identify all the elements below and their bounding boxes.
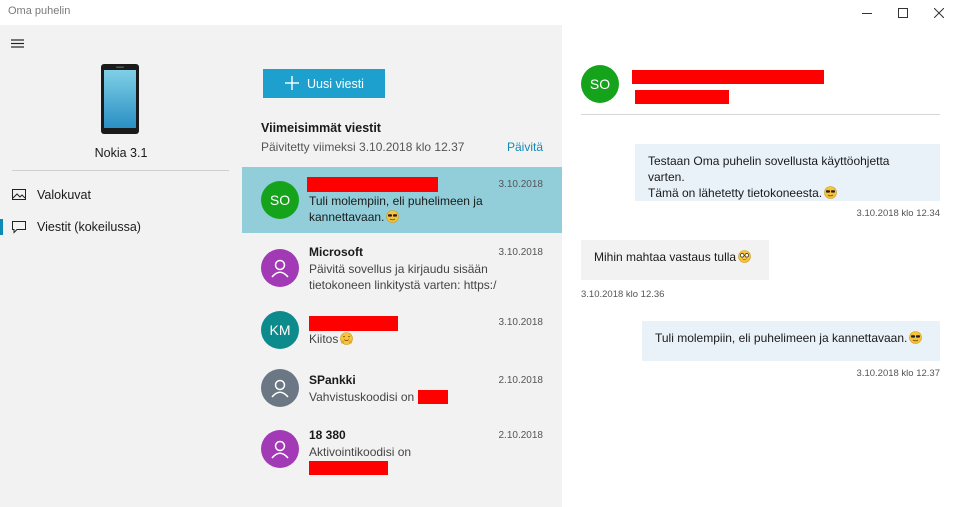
message-timestamp: 3.10.2018 klo 12.34 [856,208,940,219]
new-message-button[interactable]: Uusi viesti [263,69,385,98]
conversation-date: 2.10.2018 [498,430,544,441]
preview-line-text: Vahvistuskoodisi on [309,390,415,404]
sidebar-item-photos[interactable]: Valokuvat [0,180,242,210]
sidebar-item-label: Viestit (kokeilussa) [37,220,141,234]
phone-image [101,64,139,134]
redacted-code [417,390,448,404]
preview-line-text: Kiitos [309,332,339,346]
avatar [261,369,299,407]
app-title: Oma puhelin [8,5,71,17]
preview-line [309,460,519,476]
message-line-text: Tämä on lähetetty tietokoneesta. [648,186,823,200]
photos-icon [12,189,26,201]
conversation-item[interactable]: SO 3.10.2018 Tuli molempiin, eli puhelim… [242,167,562,233]
message-bubble-sent: Testaan Oma puhelin sovellusta käyttöohj… [635,144,940,201]
sunglasses-emoji-icon [386,210,400,223]
sidebar-item-label: Valokuvat [37,188,91,202]
preview-line: Aktivointikoodisi on [309,445,412,459]
preview-line-text: kannettavaan. [309,210,385,224]
sidebar-item-messages[interactable]: Viestit (kokeilussa) [0,212,242,242]
preview-line: Vahvistuskoodisi on [309,389,529,405]
hugging-emoji-icon [340,332,354,345]
preview-line: kannettavaan. [309,209,519,225]
redacted-contact-name [632,70,824,84]
avatar [261,249,299,287]
header-divider [581,114,940,115]
conversation-item[interactable]: SPankki 2.10.2018 Vahvistuskoodisi on [242,359,562,425]
conversation-preview: Päivitä sovellus ja kirjaudu sisään tiet… [309,261,519,293]
minimize-button[interactable] [849,0,885,25]
section-title: Viimeisimmät viestit [261,121,381,135]
avatar: KM [261,311,299,349]
conversation-date: 3.10.2018 [498,317,544,328]
title-bar: Oma puhelin [0,0,959,25]
avatar [261,430,299,468]
conversation-name: Microsoft [309,245,363,259]
message-line-text: Mihin mahtaa vastaus tulla [594,250,737,264]
message-line-text: Tuli molempiin, eli puhelimeen ja kannet… [655,331,908,345]
contact-avatar: SO [581,65,619,103]
message-line: Testaan Oma puhelin sovellusta käyttöohj… [648,154,890,184]
conversation-date: 3.10.2018 [498,179,544,190]
conversation-view: SO Testaan Oma puhelin sovellusta käyttö… [562,25,959,507]
conversation-item[interactable]: KM 3.10.2018 Kiitos [242,301,562,367]
conversation-item[interactable]: 18 380 2.10.2018 Aktivointikoodisi on [242,417,562,483]
hamburger-icon[interactable] [11,37,27,51]
conversation-date: 3.10.2018 [498,247,544,258]
plus-icon [285,76,299,90]
preview-line: Päivitä sovellus ja kirjaudu sisään [309,262,488,276]
nerd-emoji-icon [738,250,751,263]
sunglasses-emoji-icon [909,331,923,344]
close-icon [934,7,944,18]
message-timestamp: 3.10.2018 klo 12.36 [581,289,665,300]
refresh-link[interactable]: Päivitä [507,140,543,154]
redacted-name [309,316,398,331]
preview-line: tietokoneen linkitystä varten: https:/ [309,278,497,292]
conversation-preview: Tuli molempiin, eli puhelimeen ja kannet… [309,193,519,225]
messages-panel: Uusi viesti Viimeisimmät viestit Päivite… [242,25,562,507]
person-icon [271,440,289,459]
redacted-code [309,461,388,475]
device-name: Nokia 3.1 [94,146,148,160]
message-line: Tuli molempiin, eli puhelimeen ja kannet… [655,330,927,346]
selection-indicator [0,219,3,235]
redacted-name [307,177,438,192]
last-updated-text: Päivitetty viimeksi 3.10.2018 klo 12.37 [261,140,465,154]
close-button[interactable] [921,0,957,25]
person-icon [271,259,289,278]
preview-line: Tuli molempiin, eli puhelimeen ja [309,194,483,208]
avatar: SO [261,181,299,219]
new-message-label: Uusi viesti [307,77,364,91]
conversation-name: SPankki [309,373,356,387]
preview-line: Kiitos [309,331,519,347]
sidebar: Nokia 3.1 Valokuvat Viestit (kokeilussa) [0,25,242,507]
message-line: Mihin mahtaa vastaus tulla [594,249,756,265]
conversation-name: 18 380 [309,428,346,442]
maximize-icon [898,7,908,18]
conversation-item[interactable]: Microsoft 3.10.2018 Päivitä sovellus ja … [242,235,562,301]
message-icon [12,221,26,234]
conversation-preview: Kiitos [309,331,519,347]
redacted-contact-number [635,90,729,104]
conversation-preview: Vahvistuskoodisi on [309,389,529,405]
sidebar-divider [12,170,229,171]
conversation-date: 2.10.2018 [498,375,544,386]
person-icon [271,379,289,398]
maximize-button[interactable] [885,0,921,25]
message-line: Tämä on lähetetty tietokoneesta. [648,185,927,201]
minimize-icon [862,12,872,14]
message-bubble-sent: Tuli molempiin, eli puhelimeen ja kannet… [642,321,940,361]
message-bubble-received: Mihin mahtaa vastaus tulla [581,240,769,280]
message-timestamp: 3.10.2018 klo 12.37 [856,368,940,379]
sunglasses-emoji-icon [824,186,837,199]
conversation-preview: Aktivointikoodisi on [309,444,519,476]
